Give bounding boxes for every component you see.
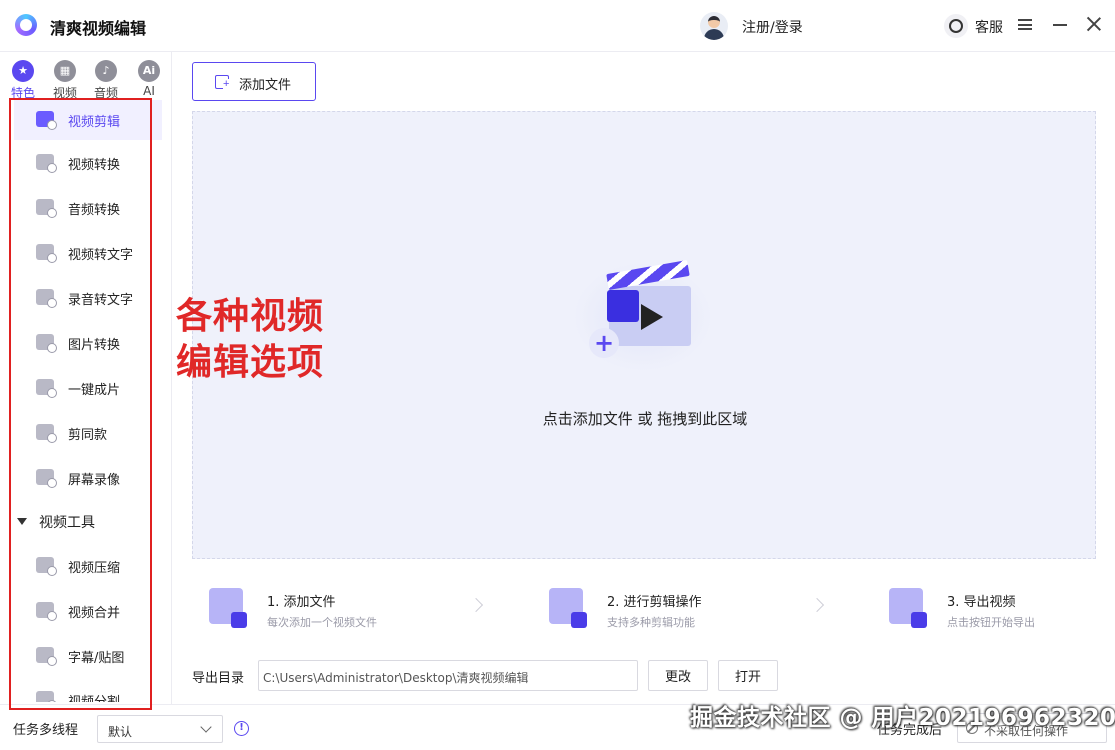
tab-ai[interactable]: Ai AI <box>129 58 169 100</box>
chevron-down-icon <box>200 721 212 733</box>
sidebar-item-label: 屏幕录像 <box>68 473 121 488</box>
customer-service-icon[interactable] <box>944 14 968 38</box>
sidebar-item-label: 视频剪辑 <box>68 115 121 130</box>
sidebar-item-video-split[interactable]: 视频分割 <box>14 680 162 702</box>
tab-label: 视频 <box>52 86 77 100</box>
sidebar-item-template[interactable]: 剪同款 <box>14 413 162 453</box>
multithread-value: 默认 <box>108 725 133 739</box>
add-file-button[interactable]: 添加文件 <box>192 62 316 101</box>
tab-label: 特色 <box>10 86 35 100</box>
video-merge-icon <box>36 602 57 621</box>
clapperboard-icon: + <box>563 252 723 372</box>
multithread-select[interactable]: 默认 <box>97 715 223 743</box>
sidebar-item-label: 字幕/贴图 <box>68 651 125 666</box>
info-icon[interactable]: ! <box>234 721 249 736</box>
sidebar-item-label: 视频分割 <box>68 691 120 702</box>
audio-to-text-icon <box>36 289 57 308</box>
step-desc: 每次添加一个视频文件 <box>267 616 377 629</box>
plus-icon: + <box>589 328 619 358</box>
multithread-label: 任务多线程 <box>13 723 79 738</box>
template-icon <box>36 424 57 443</box>
sidebar-group-label: 视频工具 <box>39 515 95 531</box>
step-desc: 支持多种剪辑功能 <box>607 616 695 629</box>
app-logo-icon <box>15 14 37 36</box>
sidebar-item-subtitle-sticker[interactable]: 字幕/贴图 <box>14 636 162 676</box>
sidebar-group-video-tools[interactable]: 视频工具 <box>17 511 157 535</box>
export-dir-label: 导出目录 <box>192 671 245 686</box>
sidebar-item-audio-to-text[interactable]: 录音转文字 <box>14 278 162 318</box>
subtitle-sticker-icon <box>36 647 57 666</box>
one-click-video-icon <box>36 379 57 398</box>
video-to-text-icon <box>36 244 57 263</box>
image-convert-icon <box>36 334 57 353</box>
video-edit-icon <box>36 111 57 130</box>
sidebar-item-one-click-video[interactable]: 一键成片 <box>14 368 162 408</box>
annotation-text: 各种视频 编辑选项 <box>176 294 324 386</box>
export-path-field[interactable]: C:\Users\Administrator\Desktop\清爽视频编辑 <box>258 660 638 691</box>
step-desc: 点击按钮开始导出 <box>947 616 1035 629</box>
video-convert-icon <box>36 154 57 173</box>
sidebar-item-label: 录音转文字 <box>68 293 134 308</box>
sidebar-item-video-merge[interactable]: 视频合并 <box>14 591 162 631</box>
watermark: 掘金技术社区 @ 用户2021969623208 <box>690 705 1115 731</box>
caret-down-icon <box>17 518 27 525</box>
sidebar-item-label: 一键成片 <box>68 383 121 398</box>
sidebar-item-label: 视频合并 <box>68 606 121 621</box>
sidebar-item-video-to-text[interactable]: 视频转文字 <box>14 233 162 273</box>
login-link[interactable]: 注册/登录 <box>742 17 803 37</box>
step-title: 3. 导出视频 <box>947 595 1016 610</box>
film-icon: ▦ <box>54 60 76 82</box>
menu-icon[interactable] <box>1018 19 1032 30</box>
tab-audio[interactable]: ♪ 音频 <box>86 58 126 100</box>
sidebar-item-image-convert[interactable]: 图片转换 <box>14 323 162 363</box>
export-step-icon <box>889 588 927 628</box>
sidebar-item-screen-record[interactable]: 屏幕录像 <box>14 458 162 498</box>
star-icon: ★ <box>12 60 34 82</box>
close-icon[interactable] <box>1086 16 1102 32</box>
sidebar-item-label: 图片转换 <box>68 338 121 353</box>
sidebar-item-label: 视频转文字 <box>68 248 134 263</box>
change-dir-button[interactable]: 更改 <box>648 660 708 691</box>
open-dir-button[interactable]: 打开 <box>718 660 778 691</box>
sidebar-item-video-compress[interactable]: 视频压缩 <box>14 546 162 586</box>
sidebar-item-label: 剪同款 <box>68 428 108 443</box>
sidebar-item-video-convert[interactable]: 视频转换 <box>14 143 162 183</box>
app-title: 清爽视频编辑 <box>50 19 147 38</box>
annotation-line-1: 各种视频 <box>176 296 325 337</box>
music-note-icon: ♪ <box>95 60 117 82</box>
edit-step-icon <box>549 588 587 628</box>
add-file-step-icon <box>209 588 247 628</box>
tab-label: 音频 <box>93 86 118 100</box>
play-icon <box>641 304 663 330</box>
category-tabs: ★ 特色 ▦ 视频 ♪ 音频 Ai AI <box>0 58 171 100</box>
file-drop-zone[interactable]: + 点击添加文件 或 拖拽到此区域 <box>192 111 1096 559</box>
tab-featured[interactable]: ★ 特色 <box>3 58 43 100</box>
ai-icon: Ai <box>138 60 160 82</box>
step-title: 2. 进行剪辑操作 <box>607 595 702 610</box>
tab-label: AI <box>143 84 155 98</box>
add-file-label: 添加文件 <box>239 77 292 92</box>
step-add-file: 1. 添加文件 每次添加一个视频文件 <box>209 586 509 630</box>
sidebar-item-label: 视频压缩 <box>68 561 121 576</box>
add-file-icon <box>215 75 230 90</box>
sidebar-item-label: 视频转换 <box>68 158 121 173</box>
video-split-icon <box>36 691 57 702</box>
minimize-icon[interactable] <box>1053 24 1067 26</box>
step-title: 1. 添加文件 <box>267 595 336 610</box>
step-export: 3. 导出视频 点击按钮开始导出 <box>889 586 1115 630</box>
sidebar-item-video-edit[interactable]: 视频剪辑 <box>14 100 162 140</box>
sidebar-item-label: 音频转换 <box>68 203 121 218</box>
customer-service-label[interactable]: 客服 <box>975 17 1003 37</box>
drop-hint: 点击添加文件 或 拖拽到此区域 <box>542 410 748 428</box>
step-edit: 2. 进行剪辑操作 支持多种剪辑功能 <box>549 586 849 630</box>
microphone-icon <box>36 199 57 218</box>
screen-record-icon <box>36 469 57 488</box>
title-bar: 清爽视频编辑 注册/登录 客服 <box>0 0 1115 52</box>
tab-video[interactable]: ▦ 视频 <box>45 58 85 100</box>
sidebar-item-audio-convert[interactable]: 音频转换 <box>14 188 162 228</box>
annotation-line-2: 编辑选项 <box>176 342 325 383</box>
video-compress-icon <box>36 557 57 576</box>
user-avatar[interactable] <box>700 12 728 40</box>
